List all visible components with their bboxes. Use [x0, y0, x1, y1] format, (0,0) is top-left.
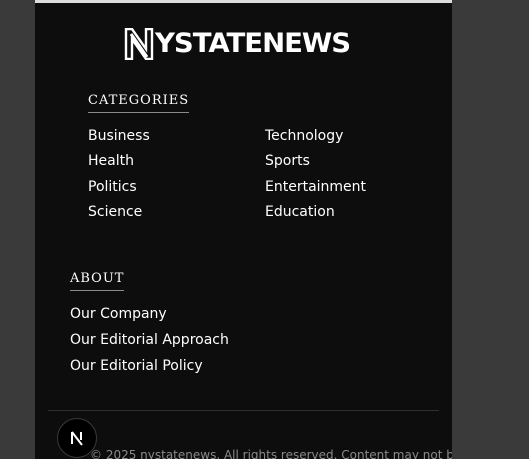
next-dev-badge-button[interactable]: [57, 418, 97, 458]
footer-divider: [48, 410, 439, 411]
about-heading: ABOUT: [70, 271, 125, 291]
categories-heading: CATEGORIES: [88, 93, 190, 113]
copyright-text: © 2025 nystatenews. All rights reserved.…: [90, 448, 452, 459]
category-link-technology[interactable]: Technology: [265, 127, 343, 145]
category-link-business[interactable]: Business: [88, 127, 150, 145]
site-logo[interactable]: YSTATENEWS: [124, 27, 351, 61]
category-link-health[interactable]: Health: [88, 152, 134, 170]
category-link-education[interactable]: Education: [265, 203, 335, 221]
category-link-politics[interactable]: Politics: [88, 178, 137, 196]
category-link-entertainment[interactable]: Entertainment: [265, 178, 366, 196]
about-link-editorial-approach[interactable]: Our Editorial Approach: [70, 331, 229, 349]
about-link-editorial-policy[interactable]: Our Editorial Policy: [70, 357, 203, 375]
about-link-our-company[interactable]: Our Company: [70, 305, 167, 323]
category-link-science[interactable]: Science: [88, 203, 142, 221]
logo-n-mark-icon: [124, 28, 154, 60]
page-margin-right: [452, 0, 529, 459]
category-link-sports[interactable]: Sports: [265, 152, 310, 170]
site-footer: YSTATENEWS CATEGORIES Business Health Po…: [35, 3, 452, 459]
next-n-icon: [71, 431, 83, 446]
site-logo-text: YSTATENEWS: [155, 28, 351, 59]
